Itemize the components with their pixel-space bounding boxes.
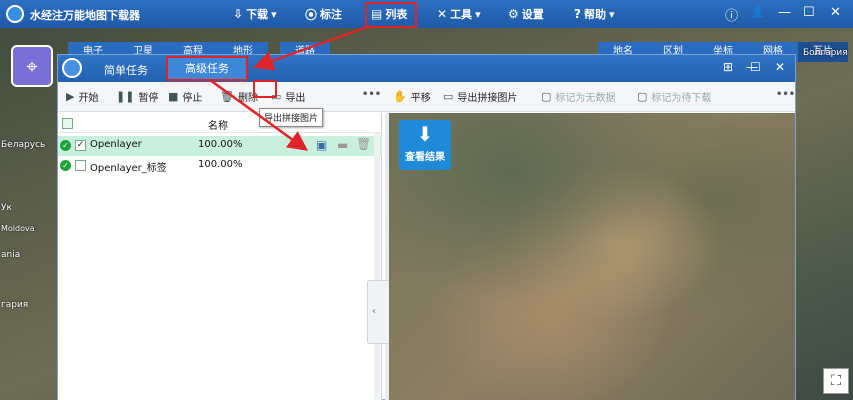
window-maximize-button[interactable]: ☐: [750, 60, 761, 74]
menu-tools[interactable]: ✕ 工具 ▾: [437, 5, 481, 23]
stop-icon: ■: [168, 90, 179, 103]
task-progress: 100.00%: [198, 159, 243, 170]
trash-icon[interactable]: 🗑: [356, 137, 371, 151]
minimize-button[interactable]: —: [778, 5, 791, 20]
task-row[interactable]: ✓ ✓ Openlayer 100.00% ▣ ▬ 🗑: [58, 136, 382, 156]
start-button[interactable]: ▶ 开始: [66, 89, 98, 104]
tools-icon: ✕: [437, 7, 448, 21]
toolbar: ▶ 开始 ❚❚ 暂停 ■ 停止 🗑 删除 ▭ 导出 ••• ✋ 平移 ▭ 导出拼接图片 ▢ 标记…: [58, 82, 795, 112]
export-mosaic-icon[interactable]: ▣: [316, 138, 327, 152]
pause-icon: ❚❚: [116, 90, 135, 103]
pin-icon[interactable]: ⊞: [723, 60, 733, 74]
fullscreen-icon[interactable]: ⛶: [823, 368, 849, 394]
column-header-name: 名称: [208, 121, 228, 132]
chevron-left-icon[interactable]: ‹: [372, 306, 376, 317]
window-header: 简单任务 高级任务 ⊞ — ☐ ✕: [58, 55, 795, 82]
app-logo-icon: [6, 5, 24, 23]
view-result-button[interactable]: ⬇ 查看结果: [399, 120, 451, 170]
chevron-down-icon: ▾: [475, 7, 481, 21]
map-label: Ук: [1, 203, 12, 213]
menu-help[interactable]: ? 帮助 ▾: [574, 5, 615, 23]
chevron-down-icon: ▾: [271, 7, 277, 21]
window-logo-icon: [62, 58, 82, 78]
select-all-checkbox[interactable]: [62, 118, 73, 129]
tooltip: 导出拼接图片: [259, 108, 324, 127]
more-button[interactable]: •••: [362, 89, 381, 100]
map-label: Болгария: [803, 48, 848, 58]
window-close-button[interactable]: ✕: [775, 60, 785, 74]
stop-button[interactable]: ■ 停止: [168, 89, 202, 104]
export-mosaic-button[interactable]: ▭ 导出拼接图片: [443, 89, 517, 104]
title-bar: 水经注万能地图下载器 ⇩ 下载 ▾ ⦿ 标注 ▤ 列表 ✕ 工具 ▾ ⚙ 设置 …: [0, 0, 853, 28]
row-checkbox[interactable]: ✓: [75, 140, 86, 151]
info-icon[interactable]: ⓘ: [725, 5, 738, 24]
mark-icon: ▢: [541, 90, 552, 103]
list-highlight-box: [365, 2, 417, 28]
folder-icon[interactable]: ▬: [337, 138, 348, 152]
menu-settings[interactable]: ⚙ 设置: [508, 5, 544, 23]
hand-icon: ✋: [393, 90, 407, 103]
user-icon[interactable]: 👤: [751, 5, 765, 18]
task-name: Openlayer: [90, 139, 142, 150]
success-icon: ✓: [60, 140, 71, 151]
chevron-down-icon: ▾: [608, 7, 615, 21]
trash-icon: 🗑: [220, 90, 234, 103]
maximize-button[interactable]: ☐: [803, 5, 815, 20]
tab-advanced-task[interactable]: 高级任务: [166, 56, 248, 81]
task-window: 简单任务 高级任务 ⊞ — ☐ ✕ ▶ 开始 ❚❚ 暂停 ■ 停止 🗑 删除 ▭ 导出 •…: [57, 54, 796, 400]
pan-button[interactable]: ✋ 平移: [393, 89, 431, 104]
play-icon: ▶: [66, 90, 75, 103]
task-name: Openlayer_标签: [90, 163, 167, 174]
pin-icon: ⦿: [305, 7, 318, 22]
tab-simple-task[interactable]: 简单任务: [104, 59, 148, 82]
app-title: 水经注万能地图下载器: [30, 9, 140, 22]
map-label: Беларусь: [1, 140, 46, 150]
task-list-header: 名称: [58, 113, 382, 133]
pause-button[interactable]: ❚❚ 暂停: [116, 89, 158, 104]
map-label: Moldova: [1, 224, 35, 233]
close-button[interactable]: ✕: [830, 5, 841, 20]
mark-no-data-button[interactable]: ▢ 标记为无数据: [541, 89, 615, 104]
task-row[interactable]: ✓ Openlayer_标签 100.00%: [58, 156, 382, 176]
export-icon-highlight-box: [253, 80, 277, 98]
gear-icon: ⚙: [508, 7, 519, 21]
task-progress: 100.00%: [198, 139, 243, 150]
task-list: 名称 ✓ ✓ Openlayer 100.00% ▣ ▬ 🗑 ✓ Openlay…: [58, 113, 382, 400]
mark-icon: ▢: [637, 90, 648, 103]
scrollbar[interactable]: [374, 133, 380, 400]
map-app-icon[interactable]: ⌖: [11, 45, 53, 87]
export-image-icon: ▭: [443, 90, 454, 103]
download-arrow-icon: ⬇: [416, 122, 434, 146]
menu-annotate[interactable]: ⦿ 标注: [305, 5, 342, 23]
menu-download[interactable]: ⇩ 下载 ▾: [233, 5, 277, 23]
map-label: ania: [1, 250, 21, 260]
help-icon: ?: [574, 7, 581, 21]
more-button-right[interactable]: •••: [776, 89, 795, 100]
map-preview[interactable]: ⬇ 查看结果: [389, 113, 795, 400]
success-icon: ✓: [60, 160, 71, 171]
mark-pending-button[interactable]: ▢ 标记为待下载: [637, 89, 711, 104]
map-label: гария: [1, 300, 29, 310]
download-icon: ⇩: [233, 7, 244, 21]
row-checkbox[interactable]: [75, 160, 86, 171]
